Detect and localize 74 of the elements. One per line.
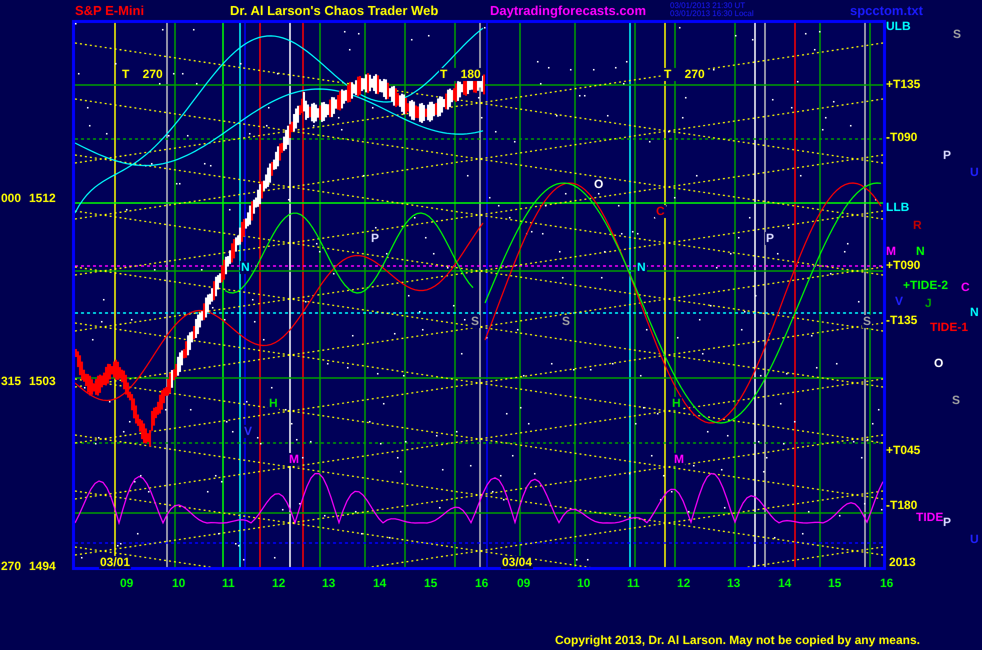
level-label: V bbox=[895, 295, 904, 308]
hour-label: 14 bbox=[373, 577, 386, 590]
level-label: R bbox=[913, 219, 922, 232]
level-label: P bbox=[943, 149, 952, 162]
level-label: TIDE bbox=[916, 511, 944, 524]
chart-marker-label: 03/01 bbox=[99, 556, 132, 569]
level-label: ULB bbox=[886, 20, 911, 33]
timestamp: 03/01/2013 21:30 UT bbox=[670, 2, 746, 10]
chart-marker-label: T 180 bbox=[439, 68, 482, 81]
level-label: S bbox=[953, 28, 962, 41]
hour-label: 09 bbox=[517, 577, 530, 590]
hour-label: 12 bbox=[272, 577, 286, 590]
chart-marker-label: N bbox=[636, 261, 647, 274]
hour-label: 13 bbox=[727, 577, 740, 590]
level-label: 2013 bbox=[889, 556, 916, 569]
hour-label: 13 bbox=[322, 577, 336, 590]
chart-marker-label: S bbox=[862, 315, 872, 328]
hour-label: 10 bbox=[172, 577, 186, 590]
price-label: 1512 bbox=[29, 192, 56, 205]
timestamp: 03/01/2013 16:30 Local bbox=[670, 10, 755, 18]
level-label: O bbox=[934, 357, 944, 370]
hour-label: 09 bbox=[120, 577, 134, 590]
chart-marker-label: 03/04 bbox=[501, 556, 534, 569]
hour-label: 11 bbox=[222, 577, 235, 590]
level-label: C bbox=[961, 281, 970, 294]
level-label: +T045 bbox=[886, 444, 920, 457]
level-label: N bbox=[970, 306, 979, 319]
level-label: TIDE-1 bbox=[930, 321, 968, 334]
chart-marker-label: P bbox=[765, 232, 776, 245]
level-label: S bbox=[952, 394, 960, 407]
hour-label: 15 bbox=[424, 577, 438, 590]
chart-marker-label: O bbox=[593, 178, 604, 191]
level-label: LLB bbox=[886, 201, 910, 214]
hour-label: 16 bbox=[475, 577, 488, 590]
price-label: 1494 bbox=[29, 560, 56, 573]
level-label: U bbox=[970, 166, 979, 179]
hour-label: 10 bbox=[577, 577, 590, 590]
site-title: Dr. Al Larson's Chaos Trader Web bbox=[230, 2, 440, 18]
file-name: spcctom.txt bbox=[850, 2, 924, 18]
chart-marker-label: M bbox=[288, 453, 300, 466]
chart-marker-label: H bbox=[268, 397, 279, 410]
level-label: -T135 bbox=[886, 314, 918, 327]
level-label: J bbox=[925, 297, 932, 310]
hour-label: 11 bbox=[627, 577, 640, 590]
level-label: +TIDE-2 bbox=[903, 279, 948, 292]
website-name: Daytradingforecasts.com bbox=[490, 2, 648, 18]
chart-marker-label: P bbox=[370, 232, 380, 245]
chart-marker-label: S bbox=[561, 315, 572, 328]
chart-marker-label: C bbox=[655, 205, 666, 218]
price-label: 1503 bbox=[29, 375, 56, 388]
hour-label: 16 bbox=[880, 577, 894, 590]
hour-label: 15 bbox=[828, 577, 842, 590]
angle-label: 000 bbox=[1, 192, 22, 205]
hour-label: 12 bbox=[677, 577, 690, 590]
copyright-notice: Copyright 2013, Dr. Al Larson. May not be copied by any means. bbox=[555, 633, 920, 647]
chart-marker-label: T 270 bbox=[121, 68, 164, 81]
angle-label: 270 bbox=[1, 560, 22, 573]
chart-marker-label: T 270 bbox=[663, 68, 706, 81]
level-label: M bbox=[886, 245, 896, 258]
level-label: N bbox=[916, 245, 925, 258]
chart-marker-label: M bbox=[673, 453, 685, 466]
chart-marker-label: V bbox=[243, 425, 254, 438]
instrument-title: S&P E-Mini bbox=[75, 2, 146, 18]
chart-marker-label: N bbox=[240, 261, 251, 274]
level-label: +T135 bbox=[886, 78, 920, 91]
level-label: -T180 bbox=[886, 499, 918, 512]
chart-marker-label: S bbox=[470, 315, 480, 328]
angle-label: 315 bbox=[1, 375, 22, 388]
level-label: +T090 bbox=[886, 259, 920, 272]
hour-label: 14 bbox=[778, 577, 792, 590]
level-label: P bbox=[943, 516, 952, 529]
level-label: -T090 bbox=[886, 131, 918, 144]
chart-marker-label: H bbox=[671, 397, 682, 410]
level-label: U bbox=[970, 533, 979, 546]
